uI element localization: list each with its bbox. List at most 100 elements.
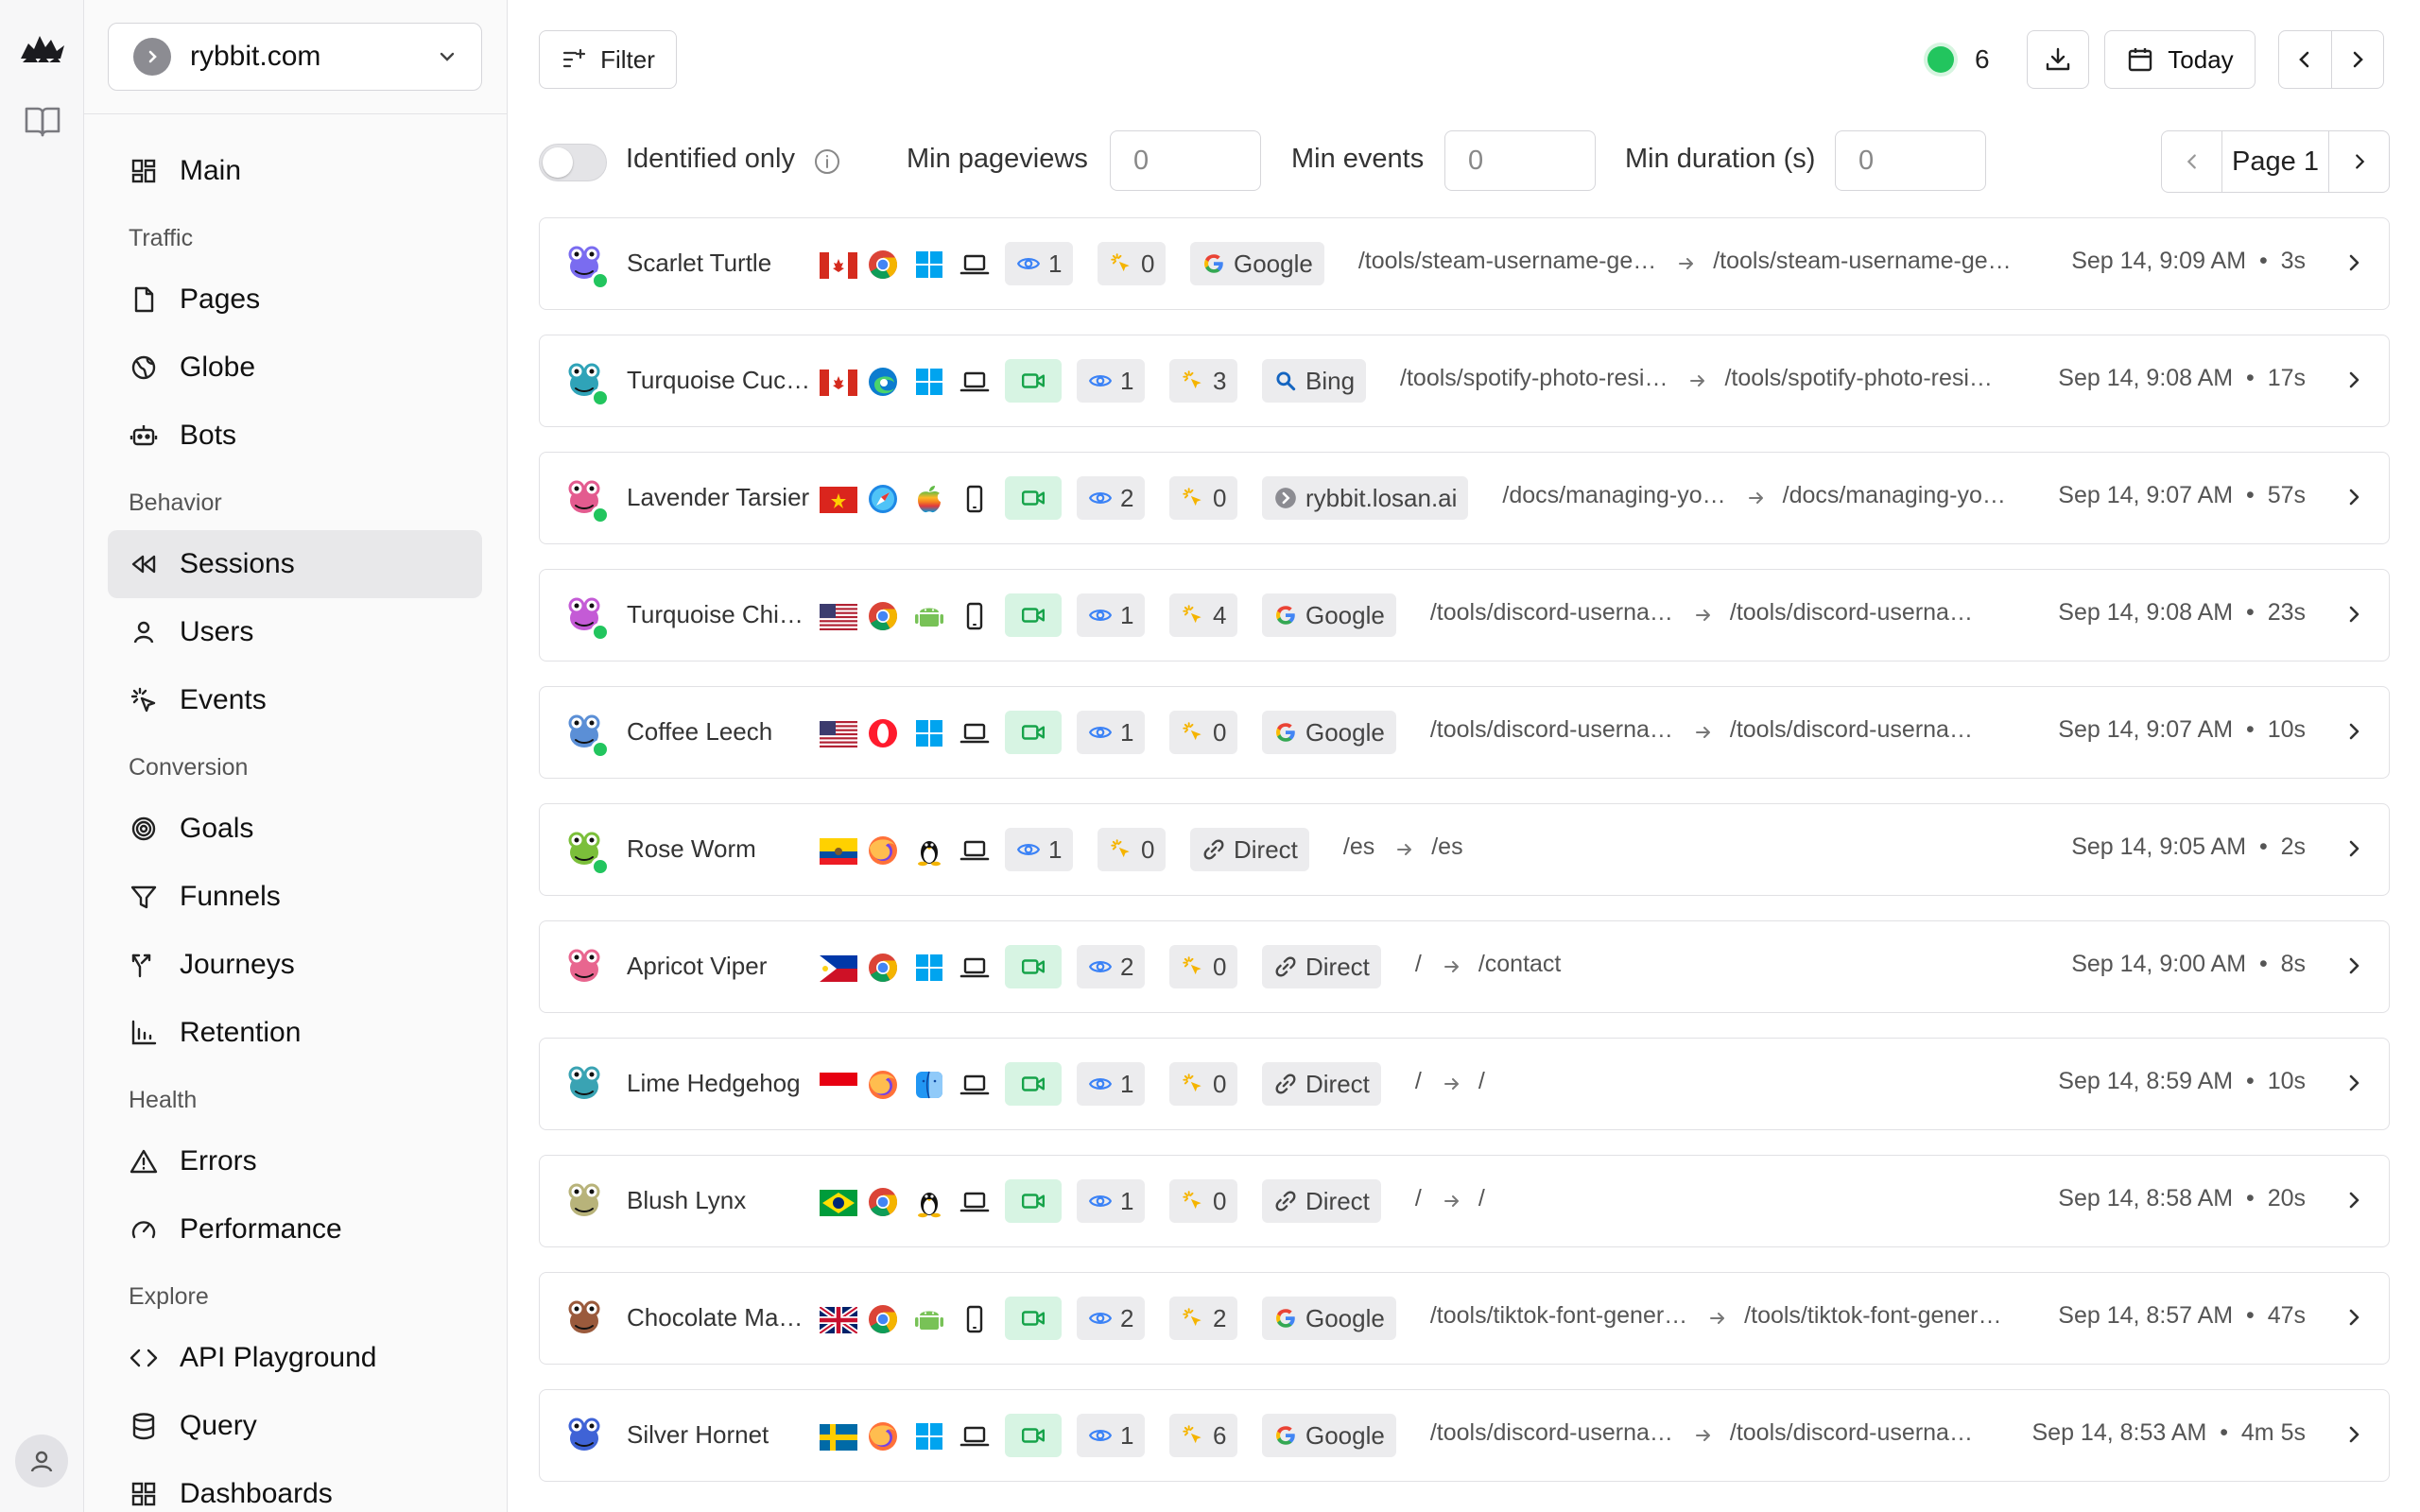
session-row[interactable]: Lime Hedgehog 1 0 Direct / / Sep 14, 8:59 AM •…	[539, 1038, 2390, 1130]
grid-icon	[131, 1482, 156, 1506]
min-pageviews-input[interactable]	[1110, 130, 1261, 191]
events-count: 2	[1213, 1303, 1227, 1332]
database-icon	[132, 1413, 155, 1440]
rybbit-logo-icon[interactable]	[19, 30, 66, 66]
video-camera-icon	[1021, 608, 1046, 623]
sidebar-item-funnels[interactable]: Funnels	[108, 863, 482, 931]
site-selector[interactable]: rybbit.com	[108, 23, 482, 91]
session-row[interactable]: Blush Lynx 1 0 Direct / / Sep 14, 8:58 AM • 20…	[539, 1155, 2390, 1247]
sidebar-item-globe[interactable]: Globe	[108, 334, 482, 402]
info-icon[interactable]	[813, 147, 841, 176]
next-date-button[interactable]	[2332, 31, 2384, 88]
download-button[interactable]	[2027, 30, 2089, 89]
session-recording-badge[interactable]	[1005, 1062, 1062, 1106]
session-start-time: Sep 14, 9:07 AM	[2058, 716, 2234, 743]
mobile-device-icon	[966, 485, 983, 513]
sidebar-item-main[interactable]: Main	[108, 137, 482, 205]
arrow-right-icon	[1695, 1430, 1710, 1441]
user-avatar[interactable]	[15, 1435, 68, 1487]
session-row[interactable]: Apricot Viper 2 0 Direct / /contact Sep 14, 9:…	[539, 920, 2390, 1013]
session-recording-badge[interactable]	[1005, 593, 1062, 637]
session-row[interactable]: Lavender Tarsier 2 0 rybbit.losan.ai/docs/m…	[539, 452, 2390, 544]
referrer-badge: Google	[1262, 1414, 1396, 1457]
sidebar-item-dashboards[interactable]: Dashboards	[108, 1460, 482, 1512]
session-recording-badge[interactable]	[1005, 1297, 1062, 1340]
session-recording-badge[interactable]	[1005, 945, 1062, 988]
session-recording-badge[interactable]	[1005, 711, 1062, 754]
sidebar-item-bots[interactable]: Bots	[108, 402, 482, 470]
identified-only-toggle[interactable]	[539, 144, 607, 181]
previous-date-button[interactable]	[2279, 31, 2332, 88]
chevron-left-icon	[2299, 51, 2309, 68]
session-recording-badge[interactable]	[1005, 1179, 1062, 1223]
docs-book-icon[interactable]	[24, 104, 61, 138]
events-badge: 0	[1169, 1179, 1238, 1223]
sidebar-item-query[interactable]: Query	[108, 1392, 482, 1460]
exit-page: /tools/discord-userna…	[1729, 1419, 1973, 1446]
pageviews-badge: 1	[1005, 242, 1074, 285]
live-status-dot	[1927, 46, 1954, 73]
session-recording-badge[interactable]	[1005, 1414, 1062, 1457]
calendar-icon	[2129, 48, 2152, 72]
flag-us-icon	[820, 604, 857, 630]
min-duration-input[interactable]	[1835, 130, 1986, 191]
firefox-browser-icon	[869, 1422, 897, 1451]
windows-os-icon	[916, 720, 942, 747]
chevron-right-icon	[2349, 606, 2360, 623]
session-row[interactable]: Rose Worm 1 0 Direct/es/es Sep 14, 9:05 AM •…	[539, 803, 2390, 896]
eye-icon	[1088, 1430, 1113, 1441]
separator-dot: •	[2233, 365, 2268, 391]
session-duration: 3s	[2280, 248, 2306, 274]
sidebar-item-goals[interactable]: Goals	[108, 795, 482, 863]
date-picker-button[interactable]: Today	[2104, 30, 2256, 89]
referrer-badge: Google	[1262, 1297, 1396, 1340]
desktop-device-icon	[959, 371, 990, 392]
pageviews-badge: 2	[1077, 476, 1146, 520]
sidebar-item-retention[interactable]: Retention	[108, 999, 482, 1067]
session-recording-badge[interactable]	[1005, 359, 1062, 403]
sidebar-item-pages[interactable]: Pages	[108, 266, 482, 334]
page-indicator: Page 1	[2232, 146, 2319, 177]
referrer-name: Direct	[1305, 1069, 1370, 1098]
session-row[interactable]: Chocolate Ma… 2 2 Google/tools/tiktok-font-…	[539, 1272, 2390, 1365]
section-conversion: Conversion	[129, 754, 249, 781]
sidebar-item-api-playground[interactable]: API Playground	[108, 1324, 482, 1392]
date-navigation	[2278, 30, 2384, 89]
user-avatar-icon	[568, 1066, 600, 1099]
sidebar-item-journeys[interactable]: Journeys	[108, 931, 482, 999]
user-avatar-icon	[568, 1300, 600, 1333]
flag-vn-icon	[820, 487, 857, 513]
chevron-right-icon	[2349, 840, 2360, 857]
sidebar-item-sessions[interactable]: Sessions	[108, 530, 482, 598]
sidebar-item-errors[interactable]: Errors	[108, 1127, 482, 1195]
referrer-badge: Direct	[1190, 828, 1309, 871]
google-icon	[1276, 606, 1295, 625]
arrow-right-icon	[1710, 1313, 1725, 1324]
session-row[interactable]: Coffee Leech 1 0 Google/tools/discord-usern…	[539, 686, 2390, 779]
video-camera-icon	[1021, 1076, 1046, 1091]
session-recording-badge[interactable]	[1005, 476, 1062, 520]
sidebar-item-performance[interactable]: Performance	[108, 1195, 482, 1263]
session-start-time: Sep 14, 8:59 AM	[2058, 1068, 2234, 1094]
sidebar-item-events[interactable]: Events	[108, 666, 482, 734]
session-row[interactable]: Scarlet Turtle 1 0 Google/tools/steam-usern…	[539, 217, 2390, 310]
min-events-input[interactable]	[1444, 130, 1596, 191]
section-explore: Explore	[129, 1283, 209, 1310]
session-start-time: Sep 14, 9:08 AM	[2058, 599, 2234, 626]
session-duration: 2s	[2280, 833, 2306, 860]
previous-page-button[interactable]	[2162, 131, 2222, 192]
session-row[interactable]: Silver Hornet 1 6 Google/tools/discord-user…	[539, 1389, 2390, 1482]
pageviews-badge: 1	[1077, 711, 1146, 754]
filter-button[interactable]: Filter	[539, 30, 677, 89]
events-count: 0	[1213, 1186, 1227, 1215]
eye-icon	[1088, 1078, 1113, 1090]
next-page-button[interactable]	[2328, 131, 2389, 192]
live-visitors-indicator[interactable]: 6	[1927, 38, 1990, 81]
session-row[interactable]: Turquoise Chi… 1 4 Google/tools/discord-use…	[539, 569, 2390, 662]
user-icon	[133, 621, 154, 644]
sidebar-item-users[interactable]: Users	[108, 598, 482, 666]
session-username: Turquoise Cuc…	[627, 366, 811, 394]
session-time: Sep 14, 9:07 AM • 57s	[2058, 482, 2306, 509]
session-row[interactable]: Turquoise Cuc… 1 3 Bing/tools/spotify-photo…	[539, 335, 2390, 427]
linux-os-icon	[918, 1193, 941, 1218]
